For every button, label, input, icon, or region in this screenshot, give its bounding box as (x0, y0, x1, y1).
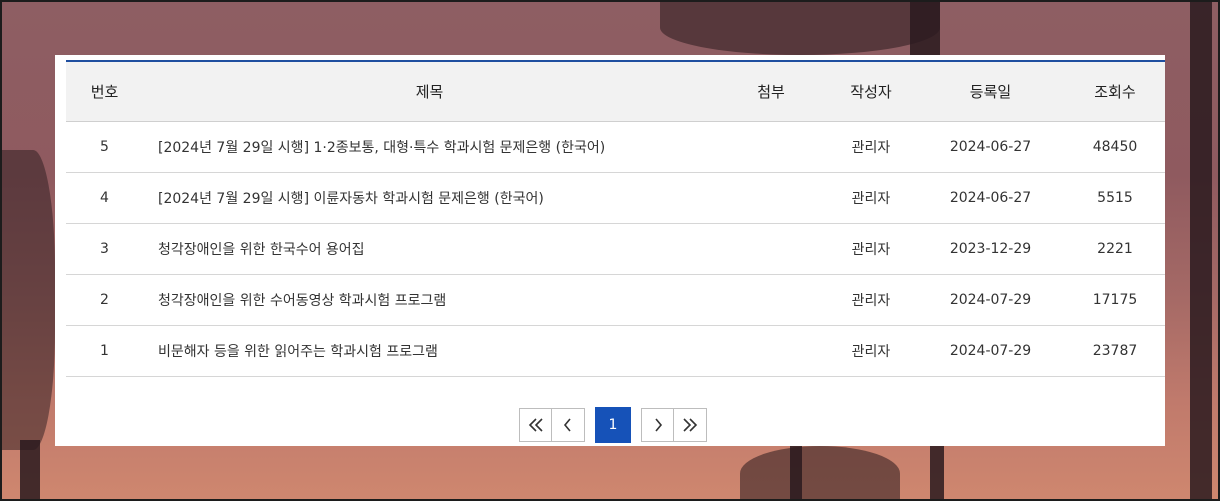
row-views: 23787 (1065, 325, 1165, 377)
first-page-button[interactable] (519, 408, 552, 442)
row-title-cell: 청각장애인을 위한 수어동영상 학과시험 프로그램 (143, 274, 716, 326)
table-row: 5 [2024년 7월 29일 시행] 1·2종보통, 대형·특수 학과시험 문… (66, 121, 1165, 173)
row-title-cell: 비문해자 등을 위한 읽어주는 학과시험 프로그램 (143, 325, 716, 377)
row-title-cell: [2024년 7월 29일 시행] 1·2종보통, 대형·특수 학과시험 문제은… (143, 121, 716, 173)
background-palm-trunk (1190, 0, 1212, 501)
chevron-left-icon (563, 418, 571, 432)
background-palm-leaves (660, 0, 940, 55)
background-palm-trunk (910, 0, 940, 60)
table-row: 3 청각장애인을 위한 한국수어 용어집 관리자 2023-12-29 2221 (66, 223, 1165, 275)
row-author: 관리자 (826, 325, 916, 377)
background-palm-trunk (790, 440, 802, 501)
row-title-cell: [2024년 7월 29일 시행] 이륜자동차 학과시험 문제은행 (한국어) (143, 172, 716, 224)
row-date: 2024-06-27 (916, 172, 1065, 224)
chevron-right-icon (654, 418, 662, 432)
header-title: 제목 (143, 61, 716, 122)
row-attach (716, 121, 826, 173)
row-author: 관리자 (826, 121, 916, 173)
row-title-cell: 청각장애인을 위한 한국수어 용어집 (143, 223, 716, 275)
pagination: 1 (519, 407, 707, 443)
row-author: 관리자 (826, 274, 916, 326)
double-chevron-left-icon (528, 418, 543, 432)
background-palm-leaves (0, 150, 55, 450)
row-title-link[interactable]: 청각장애인을 위한 수어동영상 학과시험 프로그램 (158, 293, 446, 309)
row-views: 17175 (1065, 274, 1165, 326)
current-page-button[interactable]: 1 (595, 407, 631, 443)
board-panel: 번호 제목 첨부 작성자 등록일 조회수 5 [2024년 7월 29일 시행]… (55, 55, 1165, 446)
background-palm-trunk (930, 440, 944, 501)
row-views: 5515 (1065, 172, 1165, 224)
row-views: 48450 (1065, 121, 1165, 173)
header-views: 조회수 (1065, 61, 1165, 122)
prev-page-button[interactable] (552, 408, 585, 442)
row-views: 2221 (1065, 223, 1165, 275)
row-date: 2024-07-29 (916, 274, 1065, 326)
table-row: 1 비문해자 등을 위한 읽어주는 학과시험 프로그램 관리자 2024-07-… (66, 325, 1165, 377)
row-attach (716, 223, 826, 275)
row-title-link[interactable]: [2024년 7월 29일 시행] 1·2종보통, 대형·특수 학과시험 문제은… (158, 140, 605, 156)
row-attach (716, 172, 826, 224)
row-author: 관리자 (826, 172, 916, 224)
background-palm-leaves (740, 446, 900, 501)
header-author: 작성자 (826, 61, 916, 122)
row-date: 2023-12-29 (916, 223, 1065, 275)
row-attach (716, 274, 826, 326)
row-no: 1 (66, 325, 143, 377)
row-no: 5 (66, 121, 143, 173)
header-date: 등록일 (916, 61, 1065, 122)
background-palm-trunk (20, 440, 40, 501)
row-title-link[interactable]: 청각장애인을 위한 한국수어 용어집 (158, 242, 365, 258)
header-no: 번호 (66, 61, 143, 122)
row-title-link[interactable]: 비문해자 등을 위한 읽어주는 학과시험 프로그램 (158, 344, 438, 360)
row-attach (716, 325, 826, 377)
table-header-row: 번호 제목 첨부 작성자 등록일 조회수 (66, 61, 1165, 122)
last-page-button[interactable] (674, 408, 707, 442)
board-table: 번호 제목 첨부 작성자 등록일 조회수 5 [2024년 7월 29일 시행]… (66, 60, 1165, 377)
double-chevron-right-icon (683, 418, 698, 432)
header-attach: 첨부 (716, 61, 826, 122)
row-author: 관리자 (826, 223, 916, 275)
next-page-button[interactable] (641, 408, 674, 442)
table-row: 2 청각장애인을 위한 수어동영상 학과시험 프로그램 관리자 2024-07-… (66, 274, 1165, 326)
row-no: 3 (66, 223, 143, 275)
row-date: 2024-06-27 (916, 121, 1065, 173)
row-title-link[interactable]: [2024년 7월 29일 시행] 이륜자동차 학과시험 문제은행 (한국어) (158, 191, 544, 207)
row-no: 4 (66, 172, 143, 224)
row-no: 2 (66, 274, 143, 326)
table-row: 4 [2024년 7월 29일 시행] 이륜자동차 학과시험 문제은행 (한국어… (66, 172, 1165, 224)
row-date: 2024-07-29 (916, 325, 1065, 377)
